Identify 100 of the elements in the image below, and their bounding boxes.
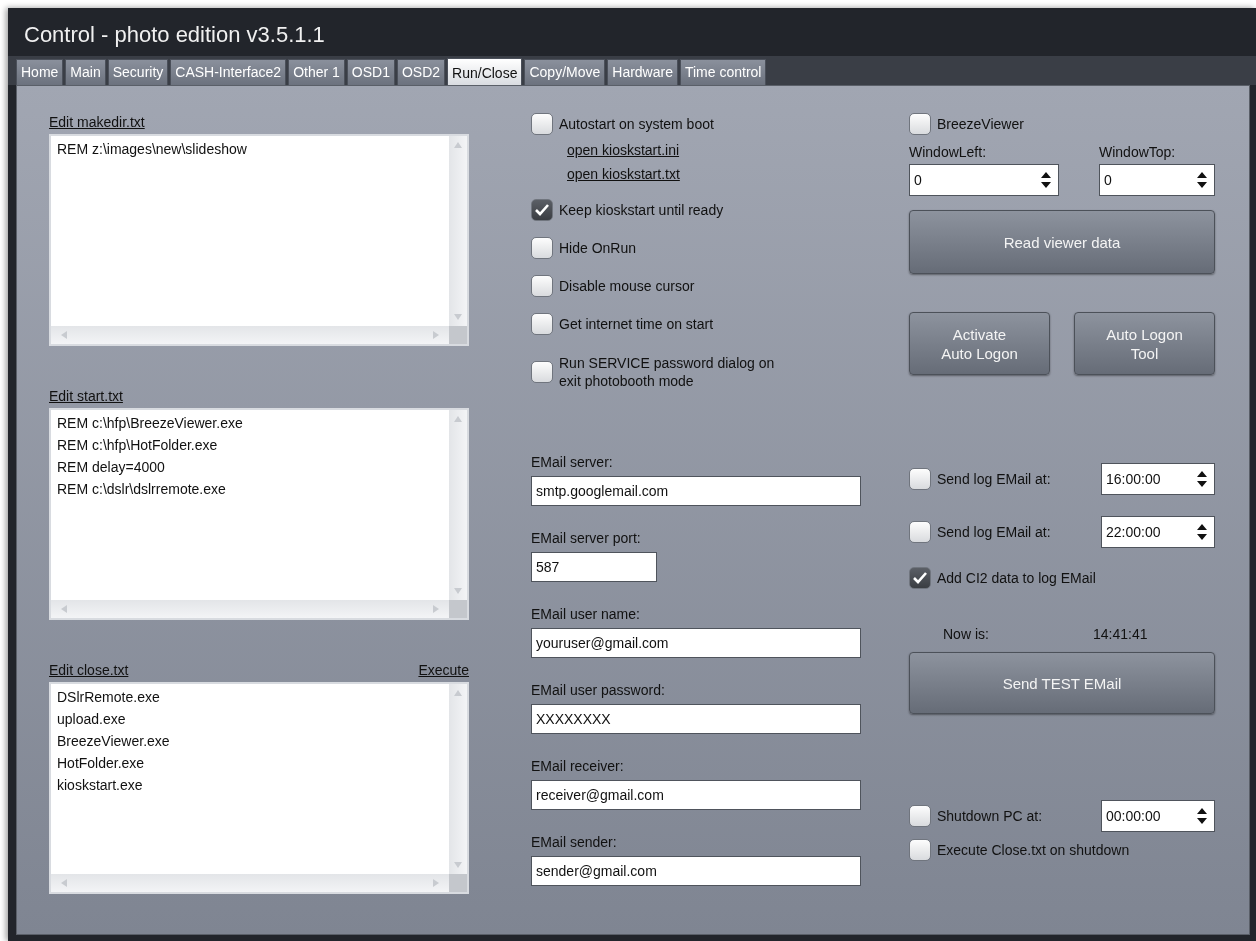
checkbox[interactable] bbox=[909, 805, 931, 827]
checkbox-label: BreezeViewer bbox=[937, 114, 1024, 134]
vertical-scrollbar[interactable] bbox=[449, 136, 467, 326]
checkbox[interactable] bbox=[909, 468, 931, 490]
scroll-right-icon[interactable] bbox=[433, 331, 439, 339]
checkbox[interactable] bbox=[531, 237, 553, 259]
checkbox[interactable] bbox=[531, 361, 553, 383]
horizontal-scrollbar[interactable] bbox=[51, 326, 449, 344]
checkbox-label: Keep kioskstart until ready bbox=[559, 200, 724, 220]
text-editor[interactable]: REM z:\images\new\slideshow bbox=[49, 134, 469, 346]
checkbox[interactable] bbox=[909, 839, 931, 861]
tab[interactable]: OSD1 bbox=[346, 59, 395, 85]
tab[interactable]: OSD2 bbox=[396, 59, 446, 85]
checkbox-label: Execute Close.txt on shutdown bbox=[937, 840, 1130, 860]
text-line: BreezeViewer.exe bbox=[57, 732, 171, 751]
field-label: EMail sender: bbox=[531, 833, 618, 852]
spin-arrows-icon[interactable] bbox=[1196, 172, 1208, 188]
current-time: 14:41:41 bbox=[1093, 625, 1148, 644]
field-label: EMail receiver: bbox=[531, 757, 625, 776]
logon-button[interactable]: Activate Auto Logon bbox=[909, 312, 1050, 375]
tab[interactable]: Run/Close bbox=[447, 58, 523, 86]
checkbox[interactable] bbox=[531, 313, 553, 335]
vertical-scrollbar[interactable] bbox=[449, 410, 467, 600]
spin-field[interactable]: 00:00:00 bbox=[1101, 800, 1215, 832]
checkbox-label: Autostart on system boot bbox=[559, 114, 714, 134]
field-label: EMail server port: bbox=[531, 529, 642, 548]
spin-value: 16:00:00 bbox=[1106, 469, 1161, 489]
checkbox[interactable] bbox=[531, 275, 553, 297]
text-line: REM c:\dslr\dslrremote.exe bbox=[57, 480, 227, 499]
checkbox-label: Send log EMail at: bbox=[937, 522, 1051, 542]
field-label: EMail user name: bbox=[531, 605, 641, 624]
checkbox[interactable] bbox=[909, 113, 931, 135]
scroll-up-icon[interactable] bbox=[454, 690, 462, 696]
scroll-right-icon[interactable] bbox=[433, 605, 439, 613]
spin-arrows-icon[interactable] bbox=[1196, 808, 1208, 824]
tab[interactable]: Security bbox=[107, 59, 169, 85]
text-line: REM c:\hfp\HotFolder.exe bbox=[57, 436, 219, 455]
input-field[interactable]: youruser@gmail.com bbox=[531, 628, 861, 658]
spin-value: 0 bbox=[914, 170, 922, 190]
checkbox[interactable] bbox=[531, 113, 553, 135]
tab[interactable]: Hardware bbox=[607, 59, 678, 85]
input-field[interactable]: 587 bbox=[531, 552, 657, 582]
spin-arrows-icon[interactable] bbox=[1196, 524, 1208, 540]
scrollbar-corner bbox=[449, 600, 467, 618]
text-line: upload.exe bbox=[57, 710, 127, 729]
checkbox-label: Shutdown PC at: bbox=[937, 806, 1043, 826]
checkbox-label: Disable mouse cursor bbox=[559, 276, 695, 296]
input-field[interactable]: receiver@gmail.com bbox=[531, 780, 861, 810]
input-field[interactable]: XXXXXXXX bbox=[531, 704, 861, 734]
window-title: Control - photo edition v3.5.1.1 bbox=[23, 21, 326, 49]
spin-field[interactable]: 16:00:00 bbox=[1101, 463, 1215, 495]
checkbox[interactable] bbox=[909, 521, 931, 543]
horizontal-scrollbar[interactable] bbox=[51, 874, 449, 892]
tab[interactable]: Home bbox=[16, 59, 64, 85]
scroll-left-icon[interactable] bbox=[61, 879, 67, 887]
scroll-left-icon[interactable] bbox=[61, 605, 67, 613]
tab[interactable]: Main bbox=[65, 59, 106, 85]
file-link[interactable]: open kioskstart.ini bbox=[567, 142, 680, 158]
scroll-left-icon[interactable] bbox=[61, 331, 67, 339]
tab[interactable]: Time control bbox=[679, 59, 767, 85]
scroll-down-icon[interactable] bbox=[454, 862, 462, 868]
edit-link[interactable]: Edit close.txt bbox=[49, 660, 129, 682]
checkbox-label: Send log EMail at: bbox=[937, 469, 1051, 489]
scroll-up-icon[interactable] bbox=[454, 142, 462, 148]
scroll-right-icon[interactable] bbox=[433, 879, 439, 887]
checkbox-label: Run SERVICE password dialog on exit photobooth mode bbox=[559, 354, 776, 390]
horizontal-scrollbar[interactable] bbox=[51, 600, 449, 618]
text-editor[interactable]: DSlrRemote.exe upload.exe BreezeViewer.exe HotFolder.exe kioskstart.exe bbox=[49, 682, 469, 894]
spin-field[interactable]: 0 bbox=[1099, 164, 1215, 196]
checkbox[interactable] bbox=[909, 567, 931, 589]
edit-link[interactable]: Edit makedir.txt bbox=[49, 112, 145, 134]
spin-field[interactable]: 0 bbox=[909, 164, 1059, 196]
checkbox[interactable] bbox=[531, 199, 553, 221]
execute-link[interactable]: Execute bbox=[418, 660, 469, 682]
tab[interactable]: Other 1 bbox=[288, 59, 345, 85]
file-link[interactable]: open kioskstart.txt bbox=[567, 166, 680, 182]
edit-link[interactable]: Edit start.txt bbox=[49, 386, 123, 408]
tab[interactable]: Copy/Move bbox=[524, 59, 606, 85]
input-field[interactable]: smtp.googlemail.com bbox=[531, 476, 861, 506]
check-icon bbox=[534, 203, 550, 217]
scroll-up-icon[interactable] bbox=[454, 416, 462, 422]
text-editor[interactable]: REM c:\hfp\BreezeViewer.exe REM c:\hfp\HotFolder.exe REM delay=4000 REM c:\dslr\dslrremote.exe bbox=[49, 408, 469, 620]
text-line: HotFolder.exe bbox=[57, 754, 146, 773]
input-field[interactable]: sender@gmail.com bbox=[531, 856, 861, 886]
text-line: REM z:\images\new\slideshow bbox=[57, 140, 248, 159]
checkbox-label: Hide OnRun bbox=[559, 238, 637, 258]
tab[interactable]: CASH-Interface2 bbox=[170, 59, 287, 85]
text-line: REM delay=4000 bbox=[57, 458, 166, 477]
scroll-down-icon[interactable] bbox=[454, 314, 462, 320]
text-line: REM c:\hfp\BreezeViewer.exe bbox=[57, 414, 244, 433]
read-viewer-button[interactable]: Read viewer data bbox=[909, 210, 1215, 274]
vertical-scrollbar[interactable] bbox=[449, 684, 467, 874]
spin-arrows-icon[interactable] bbox=[1196, 471, 1208, 487]
spin-value: 00:00:00 bbox=[1106, 806, 1161, 826]
logon-button[interactable]: Auto Logon Tool bbox=[1074, 312, 1215, 375]
spin-arrows-icon[interactable] bbox=[1040, 172, 1052, 188]
spin-field[interactable]: 22:00:00 bbox=[1101, 516, 1215, 548]
scroll-down-icon[interactable] bbox=[454, 588, 462, 594]
text-line: DSlrRemote.exe bbox=[57, 688, 161, 707]
send-test-email-button[interactable]: Send TEST EMail bbox=[909, 652, 1215, 714]
